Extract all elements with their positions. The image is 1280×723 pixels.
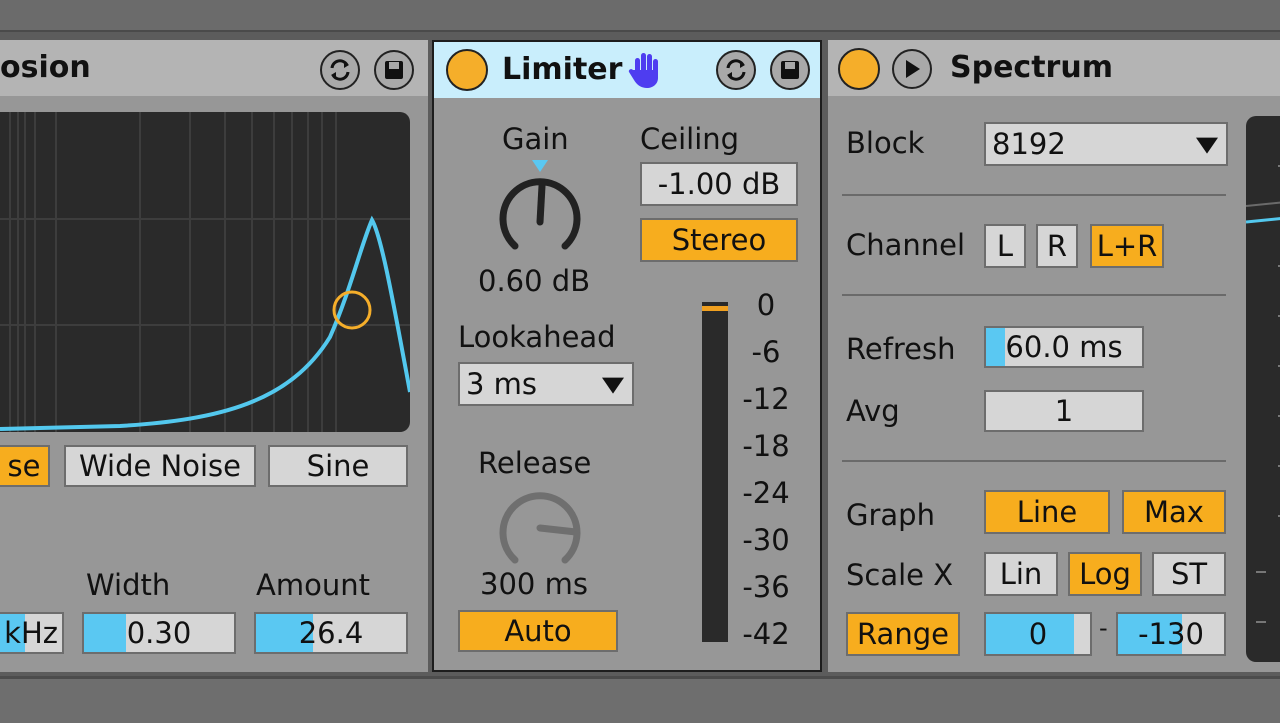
limiter-header: Limiter <box>434 42 820 98</box>
channel-lr-button[interactable]: L+R <box>1090 224 1164 268</box>
stereo-button[interactable]: Stereo <box>640 218 798 262</box>
section-divider <box>842 460 1226 462</box>
erosion-freq-display[interactable] <box>0 112 410 432</box>
spectrum-play-button[interactable] <box>892 49 932 89</box>
spectrum-header: Spectrum <box>828 40 1280 96</box>
channel-r-button[interactable]: R <box>1036 224 1078 268</box>
block-label: Block <box>846 126 925 160</box>
top-track-bar <box>0 0 1280 32</box>
graph-label: Graph <box>846 498 935 532</box>
limiter-device: Limiter Gain 0.60 dB Ceiling -1.00 dB St… <box>432 40 822 672</box>
erosion-title: osion <box>0 50 91 85</box>
hand-icon <box>628 53 658 88</box>
meter-scale-label: -18 <box>742 429 790 463</box>
meter-scale-label: -36 <box>742 570 790 604</box>
meter-scale-label: -24 <box>742 476 790 510</box>
hot-swap-icon <box>330 59 350 81</box>
spectrum-device: Spectrum Block 8192 Channel L R L+R Refr… <box>828 40 1280 672</box>
range-button[interactable]: Range <box>846 612 960 656</box>
section-divider <box>842 294 1226 296</box>
play-icon <box>906 60 920 78</box>
graph-max-button[interactable]: Max <box>1122 490 1226 534</box>
release-knob[interactable] <box>490 480 590 576</box>
channel-label: Channel <box>846 228 966 262</box>
lookahead-dropdown[interactable]: 3 ms <box>458 362 634 406</box>
meter-scale-label: -6 <box>751 335 781 369</box>
noise-mode-button[interactable]: se <box>0 445 50 487</box>
range-max-field[interactable]: -130 <box>1116 612 1226 656</box>
spectrum-title: Spectrum <box>950 50 1113 85</box>
range-min-field[interactable]: 0 <box>984 612 1092 656</box>
spectrum-curve <box>1246 165 1280 623</box>
graph-line-button[interactable]: Line <box>984 490 1110 534</box>
meter-scale-label: -12 <box>742 382 790 416</box>
range-separator: - <box>1099 614 1108 642</box>
sine-mode-button[interactable]: Sine <box>268 445 408 487</box>
amount-value-field[interactable]: 26.4 <box>254 612 408 654</box>
block-size-dropdown[interactable]: 8192 <box>984 122 1228 166</box>
section-divider <box>842 194 1226 196</box>
meter-scale-label: -42 <box>742 617 790 651</box>
gain-knob[interactable] <box>490 158 590 268</box>
limiter-title: Limiter <box>502 52 623 87</box>
ceiling-label: Ceiling <box>640 122 740 156</box>
ceiling-value-field[interactable]: -1.00 dB <box>640 162 798 206</box>
bottom-bar <box>0 676 1280 723</box>
release-value: 300 ms <box>480 567 588 601</box>
chevron-down-icon <box>1196 137 1218 154</box>
amount-label: Amount <box>256 568 370 602</box>
erosion-device: osion se Wide Noise Sine Width Amount kH… <box>0 40 428 672</box>
refresh-label: Refresh <box>846 332 956 366</box>
save-icon <box>385 61 403 79</box>
wide-noise-mode-button[interactable]: Wide Noise <box>64 445 256 487</box>
gain-value: 0.60 dB <box>478 264 591 298</box>
meter-scale-label: -30 <box>742 523 790 557</box>
limiter-save-preset-button[interactable] <box>770 50 810 90</box>
scale-x-log-button[interactable]: Log <box>1068 552 1142 596</box>
save-icon <box>781 61 799 79</box>
lookahead-label: Lookahead <box>458 320 616 354</box>
width-label: Width <box>86 568 171 602</box>
scale-x-st-button[interactable]: ST <box>1152 552 1226 596</box>
frequency-value-field[interactable]: kHz <box>0 612 64 654</box>
limiter-hot-swap-button[interactable] <box>716 50 756 90</box>
hot-swap-icon <box>726 59 746 81</box>
meter-peak-indicator <box>702 306 728 311</box>
chevron-down-icon <box>602 377 624 394</box>
erosion-freq-curve <box>0 112 410 432</box>
scale-x-label: Scale X <box>846 558 954 592</box>
erosion-save-preset-button[interactable] <box>374 50 414 90</box>
avg-label: Avg <box>846 394 900 428</box>
erosion-header: osion <box>0 40 428 96</box>
erosion-hot-swap-button[interactable] <box>320 50 360 90</box>
refresh-value-field[interactable]: 60.0 ms <box>984 326 1144 368</box>
meter-scale-label: 0 <box>756 288 776 322</box>
spectrum-display[interactable] <box>1246 116 1280 662</box>
limiter-device-on-toggle[interactable] <box>446 49 488 91</box>
channel-l-button[interactable]: L <box>984 224 1026 268</box>
scale-x-lin-button[interactable]: Lin <box>984 552 1058 596</box>
spectrum-device-on-toggle[interactable] <box>838 48 880 90</box>
auto-release-button[interactable]: Auto <box>458 610 618 652</box>
avg-value-field[interactable]: 1 <box>984 390 1144 432</box>
release-label: Release <box>478 446 592 480</box>
gain-reduction-meter <box>702 302 728 642</box>
width-value-field[interactable]: 0.30 <box>82 612 236 654</box>
gain-label: Gain <box>502 122 569 156</box>
